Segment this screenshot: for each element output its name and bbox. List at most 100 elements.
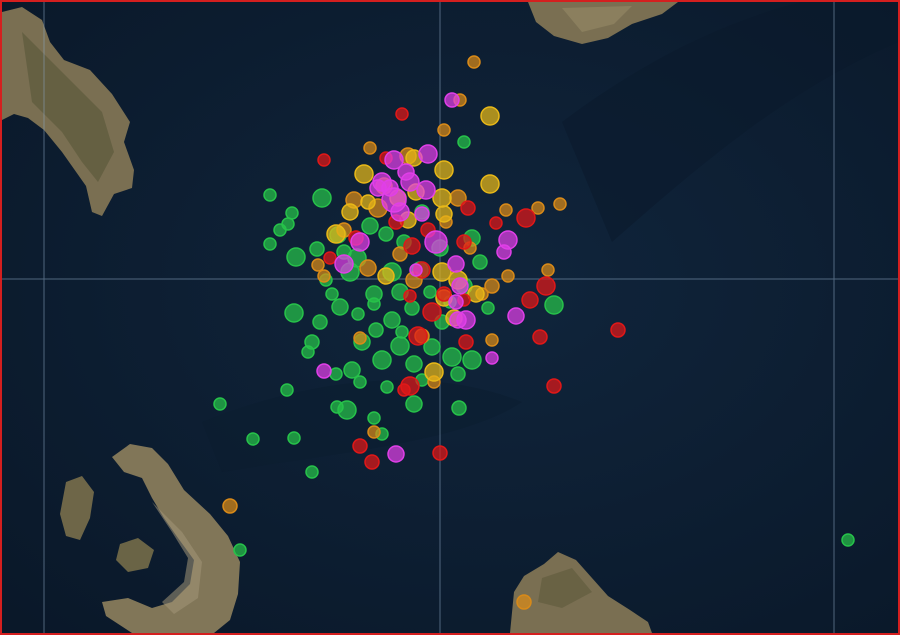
earthquake-marker-red[interactable] [352, 438, 368, 454]
earthquake-marker-green[interactable] [544, 295, 564, 315]
earthquake-marker-orange[interactable] [222, 498, 238, 514]
earthquake-marker-magenta[interactable] [334, 254, 354, 274]
earthquake-marker-yellow[interactable] [341, 203, 359, 221]
earthquake-marker-green[interactable] [367, 411, 381, 425]
earthquake-marker-green[interactable] [329, 367, 343, 381]
earthquake-marker-green[interactable] [281, 217, 295, 231]
earthquake-marker-red[interactable] [521, 291, 539, 309]
earthquake-marker-green[interactable] [450, 366, 466, 382]
earthquake-marker-green[interactable] [462, 350, 482, 370]
earthquake-marker-green[interactable] [280, 383, 294, 397]
earthquake-marker-green[interactable] [312, 188, 332, 208]
earthquake-marker-orange[interactable] [437, 123, 451, 137]
earthquake-marker-orange[interactable] [353, 331, 367, 345]
earthquake-marker-red[interactable] [317, 153, 331, 167]
earthquake-marker-yellow[interactable] [424, 362, 444, 382]
earthquake-marker-green[interactable] [423, 285, 437, 299]
earthquake-marker-green[interactable] [451, 400, 467, 416]
earthquake-marker-green[interactable] [442, 347, 462, 367]
earthquake-marker-magenta[interactable] [485, 351, 499, 365]
seismic-map[interactable] [2, 2, 898, 633]
earthquake-marker-green[interactable] [233, 543, 247, 557]
earthquake-marker-red[interactable] [397, 383, 411, 397]
earthquake-marker-red[interactable] [364, 454, 380, 470]
earthquake-marker-orange[interactable] [359, 259, 377, 277]
earthquake-marker-green[interactable] [353, 375, 367, 389]
earthquake-marker-yellow[interactable] [377, 267, 395, 285]
earthquake-marker-orange[interactable] [499, 203, 513, 217]
earthquake-marker-orange[interactable] [541, 263, 555, 277]
earthquake-marker-magenta[interactable] [447, 255, 465, 273]
earthquake-marker-red[interactable] [460, 200, 476, 216]
earthquake-marker-magenta[interactable] [387, 445, 405, 463]
earthquake-marker-red[interactable] [395, 107, 409, 121]
earthquake-marker-red[interactable] [536, 276, 556, 296]
earthquake-marker-green[interactable] [395, 325, 409, 339]
earthquake-marker-orange[interactable] [501, 269, 515, 283]
earthquake-marker-green[interactable] [312, 314, 328, 330]
earthquake-marker-green[interactable] [405, 355, 423, 373]
earthquake-marker-green[interactable] [285, 206, 299, 220]
earthquake-marker-yellow[interactable] [432, 188, 452, 208]
earthquake-marker-orange[interactable] [467, 55, 481, 69]
earthquake-marker-red[interactable] [610, 322, 626, 338]
earthquake-marker-green[interactable] [372, 350, 392, 370]
earthquake-marker-red[interactable] [432, 445, 448, 461]
earthquake-marker-magenta[interactable] [409, 263, 423, 277]
earthquake-marker-red[interactable] [323, 251, 337, 265]
earthquake-marker-yellow[interactable] [480, 106, 500, 126]
earthquake-marker-green[interactable] [380, 380, 394, 394]
earthquake-marker-orange[interactable] [367, 425, 381, 439]
earthquake-marker-green[interactable] [331, 298, 349, 316]
earthquake-marker-green[interactable] [284, 303, 304, 323]
earthquake-marker-green[interactable] [390, 336, 410, 356]
earthquake-marker-yellow[interactable] [480, 174, 500, 194]
earthquake-marker-yellow[interactable] [434, 160, 454, 180]
earthquake-marker-magenta[interactable] [369, 179, 387, 197]
earthquake-marker-green[interactable] [457, 135, 471, 149]
earthquake-marker-yellow[interactable] [326, 224, 346, 244]
earthquake-marker-green[interactable] [301, 345, 315, 359]
earthquake-marker-green[interactable] [367, 297, 381, 311]
earthquake-marker-red[interactable] [458, 334, 474, 350]
earthquake-marker-red[interactable] [546, 378, 562, 394]
earthquake-marker-orange[interactable] [363, 141, 377, 155]
earthquake-marker-orange[interactable] [311, 258, 325, 272]
earthquake-marker-green[interactable] [287, 431, 301, 445]
earthquake-marker-red[interactable] [403, 237, 421, 255]
earthquake-marker-magenta[interactable] [414, 206, 430, 222]
earthquake-marker-green[interactable] [246, 432, 260, 446]
earthquake-marker-green[interactable] [481, 301, 495, 315]
earthquake-marker-orange[interactable] [516, 594, 532, 610]
earthquake-marker-red[interactable] [403, 289, 417, 303]
earthquake-marker-magenta[interactable] [416, 180, 436, 200]
earthquake-marker-red[interactable] [489, 216, 503, 230]
earthquake-marker-green[interactable] [404, 300, 420, 316]
earthquake-marker-green[interactable] [383, 311, 401, 329]
earthquake-marker-magenta[interactable] [496, 244, 512, 260]
earthquake-marker-green[interactable] [351, 307, 365, 321]
earthquake-marker-green[interactable] [330, 400, 344, 414]
earthquake-marker-green[interactable] [286, 247, 306, 267]
earthquake-marker-magenta[interactable] [418, 144, 438, 164]
earthquake-marker-red[interactable] [532, 329, 548, 345]
earthquake-marker-yellow[interactable] [354, 164, 374, 184]
earthquake-marker-green[interactable] [263, 237, 277, 251]
earthquake-marker-magenta[interactable] [507, 307, 525, 325]
earthquake-marker-green[interactable] [405, 395, 423, 413]
earthquake-marker-green[interactable] [325, 287, 339, 301]
earthquake-marker-green[interactable] [361, 217, 379, 235]
earthquake-marker-orange[interactable] [553, 197, 567, 211]
earthquake-marker-green[interactable] [472, 254, 488, 270]
earthquake-marker-green[interactable] [841, 533, 855, 547]
earthquake-marker-orange[interactable] [485, 333, 499, 347]
earthquake-marker-magenta[interactable] [424, 230, 448, 254]
earthquake-marker-red[interactable] [456, 234, 472, 250]
earthquake-marker-magenta[interactable] [350, 232, 370, 252]
earthquake-marker-magenta[interactable] [397, 163, 415, 181]
earthquake-marker-green[interactable] [309, 241, 325, 257]
earthquake-marker-green[interactable] [213, 397, 227, 411]
earthquake-marker-magenta[interactable] [390, 202, 410, 222]
earthquake-marker-red[interactable] [516, 208, 536, 228]
earthquake-marker-red[interactable] [408, 326, 428, 346]
